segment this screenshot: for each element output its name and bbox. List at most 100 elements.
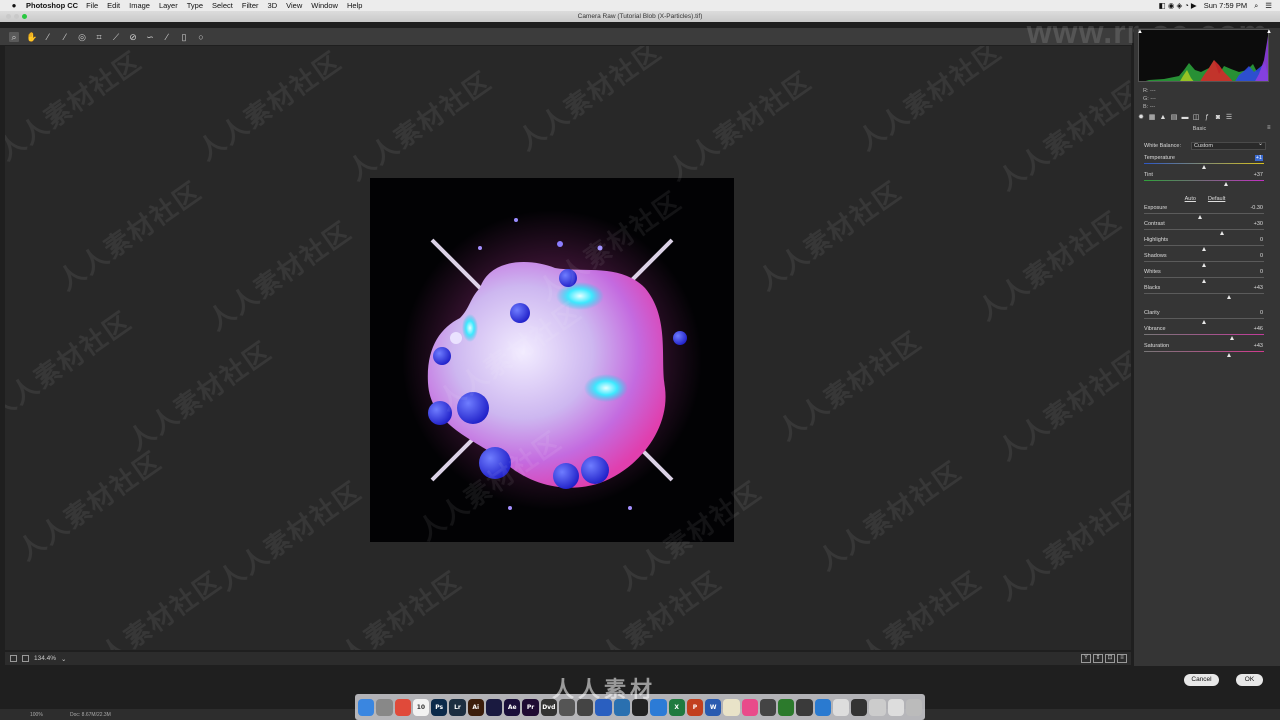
saturation-track[interactable]	[1144, 351, 1264, 352]
highlights-value[interactable]: 0	[1260, 237, 1263, 243]
blacks-value[interactable]: +43	[1254, 285, 1263, 291]
shadows-thumb[interactable]	[1202, 263, 1206, 267]
tint-slider[interactable]: Tint +37	[1144, 172, 1266, 186]
temperature-track[interactable]	[1144, 163, 1264, 164]
dock-excel-icon[interactable]: X	[668, 698, 685, 716]
saturation-thumb[interactable]	[1227, 353, 1232, 357]
tint-value[interactable]: +37	[1254, 172, 1263, 178]
dock-app-j-icon[interactable]	[851, 698, 868, 716]
vibrance-track[interactable]	[1144, 334, 1264, 335]
zoom-icon[interactable]: ⌕	[9, 31, 19, 42]
clarity-track[interactable]	[1144, 318, 1264, 319]
dock-word-icon[interactable]: W	[705, 698, 722, 716]
minimize-window-icon[interactable]	[14, 14, 19, 19]
dock-calendar-icon[interactable]: 10	[412, 698, 430, 716]
saturation-slider[interactable]: Saturation +43	[1144, 343, 1266, 357]
status-icons[interactable]: ◧ ◉ ◈ ◔ ▶	[1159, 1, 1197, 10]
white-balance-select[interactable]: Custom	[1191, 141, 1266, 150]
menu-edit[interactable]: Edit	[107, 1, 120, 10]
highlights-thumb[interactable]	[1202, 247, 1206, 251]
zoom-window-icon[interactable]	[22, 14, 27, 19]
dock-app-l-icon[interactable]	[887, 698, 904, 716]
shadows-slider[interactable]: Shadows 0	[1144, 253, 1266, 267]
dock-app-f-icon[interactable]	[759, 698, 777, 716]
zoom-dropdown-icon[interactable]: ⌄	[61, 655, 66, 663]
highlights-track[interactable]	[1144, 245, 1264, 246]
dock-app-g-icon[interactable]	[778, 698, 795, 716]
panel-menu-icon[interactable]: ≡	[1267, 125, 1271, 131]
dock-notes-icon[interactable]	[723, 698, 740, 716]
contrast-track[interactable]	[1144, 229, 1264, 230]
highlight-clipping-icon[interactable]: ▲	[1266, 29, 1272, 35]
clarity-value[interactable]: 0	[1260, 310, 1263, 316]
clarity-thumb[interactable]	[1202, 320, 1206, 324]
whites-slider[interactable]: Whites 0	[1144, 269, 1266, 283]
close-window-icon[interactable]	[6, 14, 11, 19]
contrast-thumb[interactable]	[1220, 231, 1224, 235]
dock-premiere-icon[interactable]: Pr	[522, 698, 539, 716]
menu-help[interactable]: Help	[347, 1, 362, 10]
exposure-track[interactable]	[1144, 213, 1264, 214]
hand-icon[interactable]: ✋	[26, 32, 37, 42]
temperature-value[interactable]: +1	[1254, 155, 1263, 161]
dock-app-i-icon[interactable]	[832, 698, 850, 716]
apple-menu-icon[interactable]: ●	[8, 1, 20, 10]
dock-illustrator-icon[interactable]: Ai	[467, 698, 484, 716]
detail-tab-icon[interactable]: ▲	[1159, 114, 1167, 122]
dock-cinema4d-icon[interactable]	[485, 698, 503, 716]
whites-thumb[interactable]	[1202, 279, 1206, 283]
contrast-value[interactable]: +30	[1254, 221, 1263, 227]
graduated-filter-icon[interactable]: ▯	[179, 32, 189, 42]
exposure-thumb[interactable]	[1198, 215, 1203, 219]
menu-image[interactable]: Image	[129, 1, 150, 10]
vibrance-thumb[interactable]	[1229, 336, 1234, 340]
white-balance-icon[interactable]: ⁄	[43, 32, 53, 42]
shadow-clipping-icon[interactable]: ▲	[1137, 29, 1143, 35]
dock-chrome-icon[interactable]	[394, 698, 411, 716]
exposure-value[interactable]: -0.30	[1250, 205, 1263, 211]
dock-powerpoint-icon[interactable]: P	[686, 698, 704, 716]
preview-canvas[interactable]: 人人素材社区 人人素材社区 人人素材社区 人人素材社区 人人素材社区 人人素材社…	[5, 46, 1131, 650]
zoom-out-icon[interactable]	[10, 655, 17, 662]
highlights-slider[interactable]: Highlights 0	[1144, 237, 1266, 251]
auto-link[interactable]: Auto	[1185, 196, 1196, 202]
copy-settings-icon[interactable]: ⊡	[1105, 654, 1115, 663]
saturation-value[interactable]: +43	[1254, 343, 1263, 349]
default-link[interactable]: Default	[1208, 196, 1225, 202]
blacks-thumb[interactable]	[1227, 295, 1232, 299]
clarity-slider[interactable]: Clarity 0	[1144, 310, 1266, 324]
menu-3d[interactable]: 3D	[268, 1, 278, 10]
whites-track[interactable]	[1144, 277, 1264, 278]
menu-select[interactable]: Select	[212, 1, 233, 10]
crop-icon[interactable]: ⌗	[94, 32, 104, 42]
preferences-icon[interactable]: ≡	[1117, 654, 1127, 663]
dock-itunes-icon[interactable]	[741, 698, 758, 716]
menu-window[interactable]: Window	[311, 1, 338, 10]
blacks-slider[interactable]: Blacks +43	[1144, 285, 1266, 299]
app-menu[interactable]: Photoshop CC	[26, 1, 78, 10]
contrast-slider[interactable]: Contrast +30	[1144, 221, 1266, 235]
cancel-button[interactable]: Cancel	[1184, 674, 1219, 686]
radial-filter-icon[interactable]: ○	[196, 32, 206, 42]
document-zoom[interactable]: 100%	[30, 712, 43, 718]
dock-trash-icon[interactable]	[905, 698, 923, 716]
dock-launchpad-icon[interactable]	[376, 698, 393, 716]
clock[interactable]: Sun 7:59 PM	[1204, 1, 1247, 10]
lens-tab-icon[interactable]: ◫	[1192, 114, 1200, 122]
temperature-thumb[interactable]	[1202, 165, 1206, 169]
menu-filter[interactable]: Filter	[242, 1, 259, 10]
shadows-track[interactable]	[1144, 261, 1264, 262]
shadows-value[interactable]: 0	[1260, 253, 1263, 259]
menu-view[interactable]: View	[286, 1, 302, 10]
red-eye-icon[interactable]: ∽	[145, 32, 155, 42]
temperature-slider[interactable]: Temperature +1	[1144, 155, 1266, 169]
presets-tab-icon[interactable]: ☰	[1225, 114, 1233, 122]
notification-center-icon[interactable]: ☰	[1265, 1, 1272, 10]
effects-tab-icon[interactable]: ƒ	[1203, 114, 1211, 122]
color-sampler-icon[interactable]: ⁄	[60, 32, 70, 42]
blacks-track[interactable]	[1144, 293, 1264, 294]
adjustment-brush-icon[interactable]: ∕	[162, 32, 172, 42]
tone-curve-tab-icon[interactable]: ▦	[1148, 114, 1156, 122]
hsl-tab-icon[interactable]: ▤	[1170, 114, 1178, 122]
exposure-slider[interactable]: Exposure -0.30	[1144, 205, 1266, 219]
